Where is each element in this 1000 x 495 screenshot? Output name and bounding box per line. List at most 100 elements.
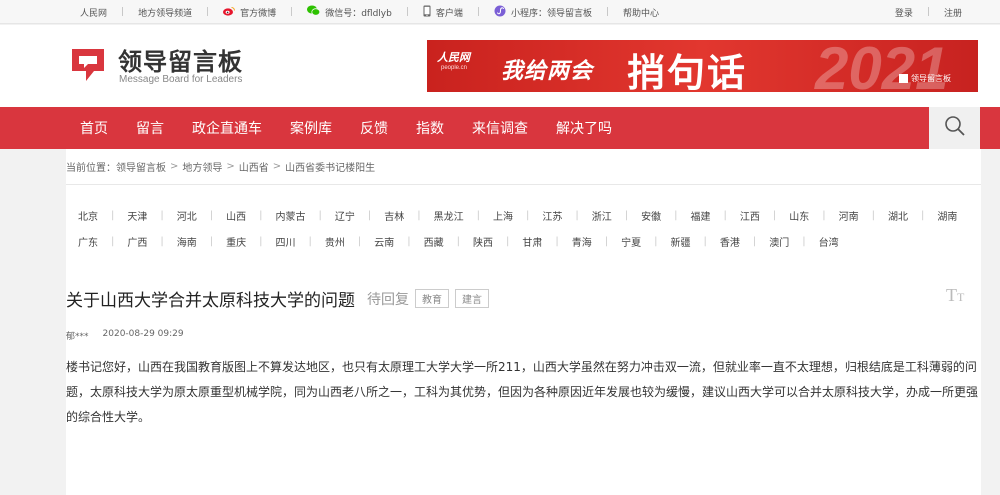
region-link[interactable]: 浙江 — [592, 208, 612, 223]
region-link[interactable]: 江苏 — [542, 208, 562, 223]
region-link[interactable]: 陕西 — [473, 234, 493, 249]
region-link[interactable]: 江西 — [740, 208, 760, 223]
link-miniprogram[interactable]: 小程序：领导留言板 — [494, 5, 592, 20]
logo-subtitle: Message Board for Leaders — [119, 74, 243, 85]
region-link[interactable]: 湖北 — [888, 208, 908, 223]
region-link[interactable]: 广西 — [127, 234, 147, 249]
divider: | — [802, 235, 806, 247]
divider: | — [456, 235, 460, 247]
nav-survey[interactable]: 来信调查 — [458, 118, 542, 138]
breadcrumb-arrow: > — [170, 161, 179, 172]
region-link[interactable]: 安徽 — [641, 208, 661, 223]
region-link[interactable]: 宁夏 — [621, 234, 641, 249]
search-button[interactable] — [929, 107, 980, 149]
region-link[interactable]: 新疆 — [671, 234, 691, 249]
breadcrumb-arrow: > — [272, 161, 282, 172]
breadcrumb-item[interactable]: 领导留言板 — [116, 159, 166, 174]
region-item: 吉林 | — [384, 208, 433, 223]
region-item: 辽宁 | — [335, 208, 384, 223]
link-app[interactable]: 客户端 — [423, 5, 463, 20]
link-app-label[interactable]: 客户端 — [436, 6, 463, 19]
logo-text[interactable]: 领导留言板 — [118, 42, 243, 77]
divider: | — [605, 7, 609, 17]
region-link[interactable]: 内蒙古 — [276, 208, 306, 223]
breadcrumb-item[interactable]: 地方领导 — [182, 159, 222, 174]
nav-cases[interactable]: 案例库 — [276, 118, 346, 138]
divider: | — [405, 7, 409, 17]
region-link[interactable]: 广东 — [78, 234, 98, 249]
link-help-label[interactable]: 帮助中心 — [623, 6, 659, 19]
region-link[interactable]: 河北 — [177, 208, 197, 223]
region-link[interactable]: 台湾 — [819, 234, 839, 249]
nav-home[interactable]: 首页 — [66, 118, 122, 138]
divider: | — [476, 7, 480, 17]
divider: | — [160, 209, 164, 221]
region-link[interactable]: 山东 — [789, 208, 809, 223]
region-item: 河南 | — [839, 208, 888, 223]
register-link[interactable]: 注册 — [944, 6, 962, 19]
region-link[interactable]: 湖南 — [937, 208, 957, 223]
breadcrumb-item[interactable]: 山西省委书记楼阳生 — [285, 159, 375, 174]
region-item: 重庆 | — [226, 234, 275, 249]
region-link[interactable]: 四川 — [276, 234, 296, 249]
divider: | — [367, 209, 372, 221]
banner-ad[interactable]: 人民网 people.cn 2021 我给两会 捎句话 领导留言板 — [427, 40, 978, 92]
breadcrumb-item[interactable]: 山西省 — [239, 159, 269, 174]
region-link[interactable]: 西藏 — [424, 234, 444, 249]
region-item: 黑龙江 | — [434, 208, 493, 223]
link-weibo-label[interactable]: 官方微博 — [240, 6, 276, 19]
region-item: 新疆 | — [671, 234, 720, 249]
nav-solved[interactable]: 解决了吗 — [542, 118, 626, 138]
link-local-channel-label[interactable]: 地方领导频道 — [138, 6, 192, 19]
login-link[interactable]: 登录 — [895, 6, 913, 19]
region-row: 广东 | 广西 | 海南 | 重庆 | 四川 | 贵州 | 云南 | 西藏 | 陕西 | 甘肃 | 青海 | 宁夏 | 新疆 | 香… — [78, 228, 968, 254]
region-item: 广西 | — [127, 234, 176, 249]
region-link[interactable]: 贵州 — [325, 234, 345, 249]
region-link[interactable]: 澳门 — [769, 234, 789, 249]
nav-enterprise[interactable]: 政企直通车 — [178, 118, 276, 138]
link-people-label[interactable]: 人民网 — [80, 6, 107, 19]
region-item: 江苏 | — [542, 208, 591, 223]
region-link[interactable]: 北京 — [78, 208, 98, 223]
region-item: 四川 | — [276, 234, 325, 249]
divider: | — [723, 209, 727, 221]
phone-icon — [423, 5, 431, 20]
link-wechat-label[interactable]: 微信号：dfldlyb — [325, 6, 392, 19]
region-link[interactable]: 青海 — [572, 234, 592, 249]
region-link[interactable]: 河南 — [839, 208, 859, 223]
region-item: 湖北 | — [888, 208, 937, 223]
font-size-icon[interactable]: TT — [946, 285, 964, 306]
divider: | — [121, 7, 125, 17]
tag-suggestion[interactable]: 建言 — [455, 289, 489, 308]
region-link[interactable]: 甘肃 — [522, 234, 542, 249]
region-link[interactable]: 吉林 — [384, 208, 404, 223]
region-link[interactable]: 香港 — [720, 234, 740, 249]
region-link[interactable]: 上海 — [493, 208, 513, 223]
region-link[interactable]: 黑龙江 — [434, 208, 464, 223]
region-link[interactable]: 山西 — [226, 208, 246, 223]
link-local-channel[interactable]: 地方领导频道 — [138, 6, 192, 19]
region-link[interactable]: 辽宁 — [335, 208, 355, 223]
nav-message[interactable]: 留言 — [122, 118, 178, 138]
logo-icon[interactable] — [68, 45, 110, 85]
region-item: 湖南 — [937, 208, 957, 223]
breadcrumb-label: 当前位置： — [66, 163, 116, 174]
divider: | — [921, 209, 925, 221]
link-wechat[interactable]: 微信号：dfldlyb — [307, 5, 392, 19]
region-link[interactable]: 云南 — [374, 234, 394, 249]
link-miniprogram-label[interactable]: 小程序：领导留言板 — [511, 6, 592, 19]
region-link[interactable]: 天津 — [127, 208, 147, 223]
link-weibo[interactable]: 官方微博 — [223, 6, 276, 19]
link-help[interactable]: 帮助中心 — [623, 6, 659, 19]
link-people[interactable]: 人民网 — [80, 6, 107, 19]
divider: | — [476, 209, 480, 221]
region-link[interactable]: 海南 — [177, 234, 197, 249]
divider: | — [111, 235, 115, 247]
nav-feedback[interactable]: 反馈 — [346, 118, 402, 138]
divider: | — [357, 235, 362, 247]
nav-index[interactable]: 指数 — [402, 118, 458, 138]
region-link[interactable]: 重庆 — [226, 234, 246, 249]
divider: | — [654, 235, 658, 247]
tag-education[interactable]: 教育 — [415, 289, 449, 308]
region-link[interactable]: 福建 — [691, 208, 711, 223]
